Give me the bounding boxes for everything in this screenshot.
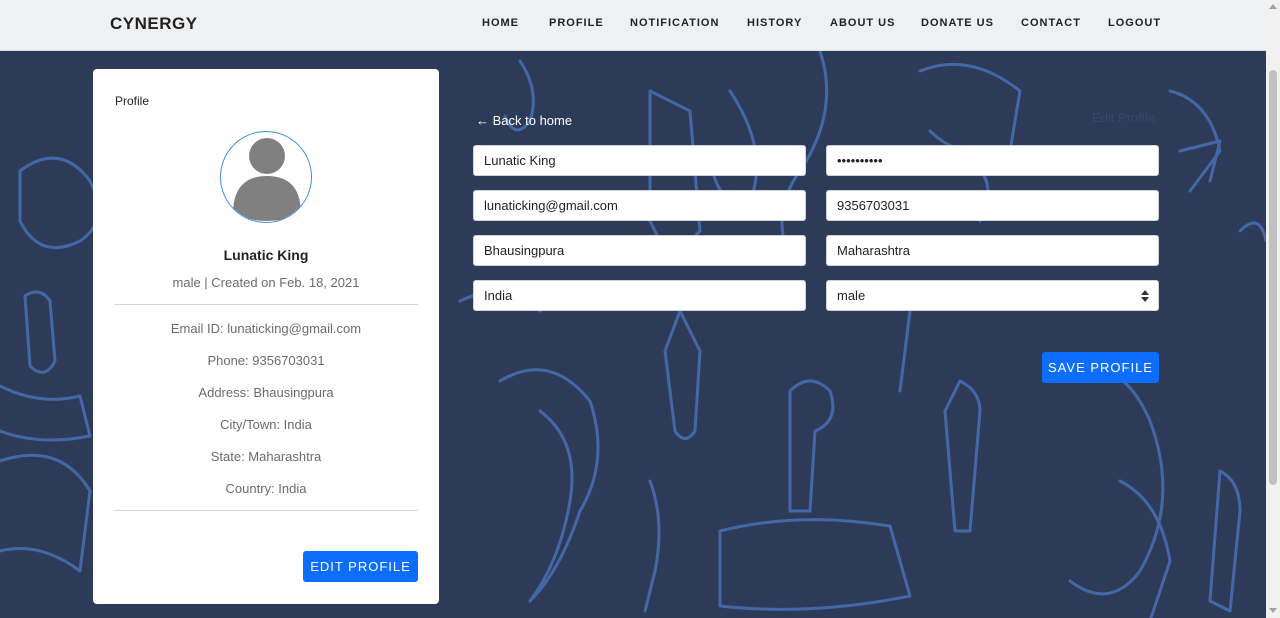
phone-input[interactable] <box>826 190 1159 221</box>
nav-about-us[interactable]: ABOUT US <box>830 17 895 29</box>
scroll-up-arrow-icon[interactable] <box>1269 4 1277 9</box>
gender-select-wrapper: male <box>826 280 1159 311</box>
top-navbar: CYNERGY HOME PROFILE NOTIFICATION HISTOR… <box>0 0 1266 51</box>
password-input[interactable] <box>826 145 1159 176</box>
nav-history[interactable]: HISTORY <box>747 17 802 29</box>
detail-country: Country: India <box>225 481 307 496</box>
nav-profile[interactable]: PROFILE <box>549 17 604 29</box>
gender-select[interactable]: male <box>826 280 1159 311</box>
detail-state: State: Maharashtra <box>210 449 322 464</box>
nav-donate-us[interactable]: DONATE US <box>921 17 994 29</box>
state-input[interactable] <box>826 235 1159 266</box>
edit-profile-heading: Edit Profile <box>1092 110 1155 125</box>
scrollbar-thumb[interactable] <box>1269 70 1277 485</box>
nav-home[interactable]: HOME <box>482 17 519 29</box>
scroll-down-arrow-icon[interactable] <box>1269 608 1277 613</box>
back-to-home-link[interactable]: ← Back to home <box>476 113 572 128</box>
card-title: Profile <box>115 94 150 108</box>
edit-profile-button[interactable]: EDIT PROFILE <box>303 551 418 582</box>
divider-top <box>114 304 418 305</box>
nav-logout[interactable]: LOGOUT <box>1108 17 1161 29</box>
brand-logo[interactable]: CYNERGY <box>110 14 198 34</box>
divider-bottom <box>114 510 418 511</box>
profile-card: Profile Lunatic King male | Created on F… <box>93 69 439 604</box>
detail-phone: Phone: 9356703031 <box>207 353 325 368</box>
user-avatar-icon <box>233 138 301 221</box>
detail-city: City/Town: India <box>220 417 312 432</box>
nav-notification[interactable]: NOTIFICATION <box>630 17 719 29</box>
sort-caret-icon <box>1141 290 1149 302</box>
save-profile-button[interactable]: SAVE PROFILE <box>1042 352 1159 383</box>
user-gender-created: male | Created on Feb. 18, 2021 <box>172 275 360 290</box>
detail-email: Email ID: lunaticking@gmail.com <box>170 321 362 336</box>
user-name: Lunatic King <box>223 247 309 263</box>
email-input[interactable] <box>473 190 806 221</box>
detail-address: Address: Bhausingpura <box>198 385 334 400</box>
nav-contact[interactable]: CONTACT <box>1021 17 1081 29</box>
page-scrollbar[interactable] <box>1266 0 1280 618</box>
address-input[interactable] <box>473 235 806 266</box>
name-input[interactable] <box>473 145 806 176</box>
avatar <box>220 131 312 223</box>
country-input[interactable] <box>473 280 806 311</box>
